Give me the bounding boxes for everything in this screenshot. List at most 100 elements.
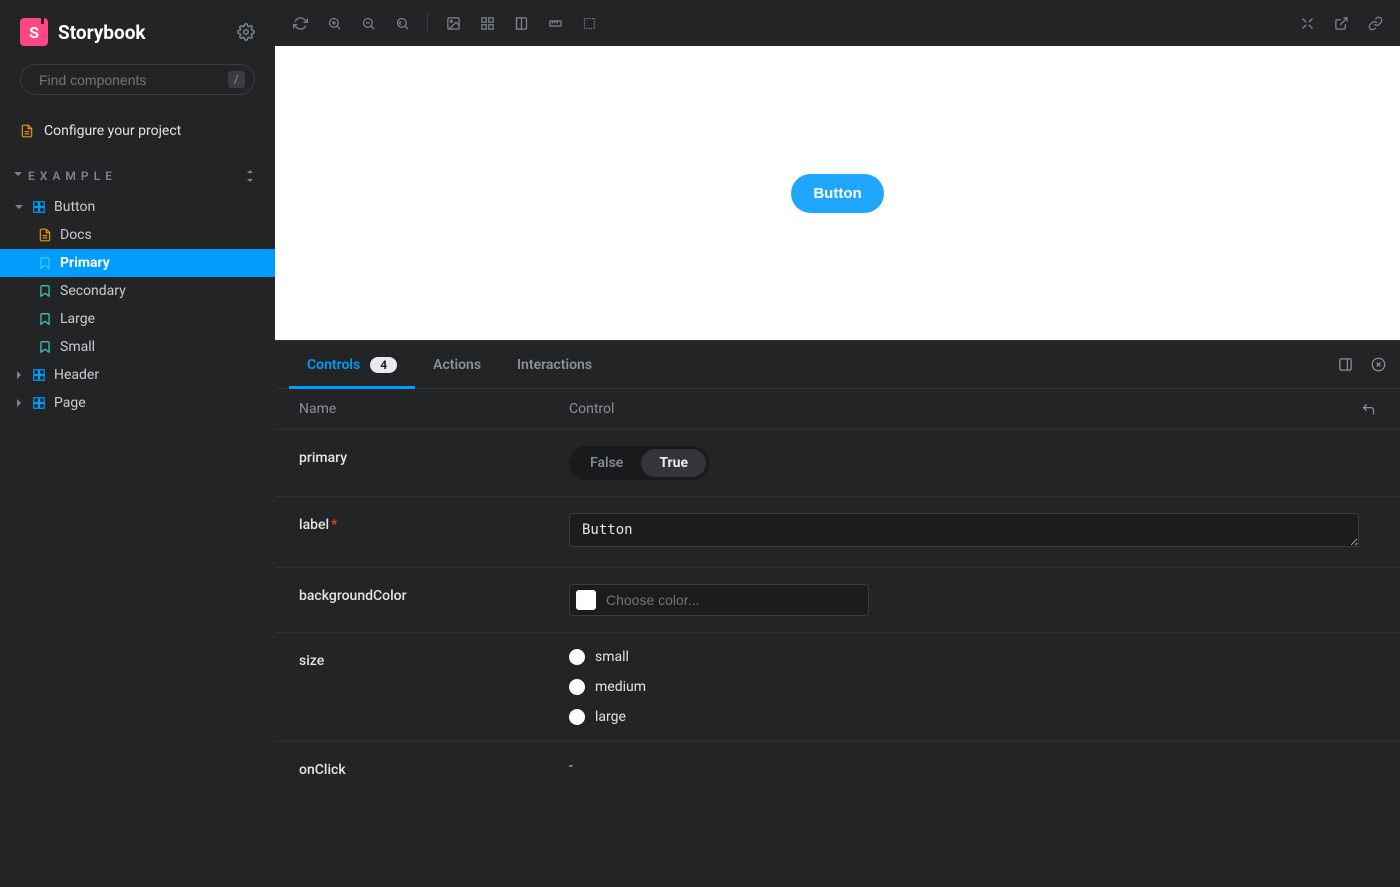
control-row-backgroundcolor: backgroundColor xyxy=(275,568,1400,633)
label-input[interactable] xyxy=(569,513,1359,547)
tree-item-docs[interactable]: Docs xyxy=(0,221,275,249)
brand[interactable]: S Storybook xyxy=(20,18,146,46)
group-example[interactable]: EXAMPLE xyxy=(0,147,275,193)
tab-interactions[interactable]: Interactions xyxy=(499,341,610,388)
panel-orientation-button[interactable] xyxy=(1338,357,1353,372)
viewport-button[interactable] xyxy=(506,8,536,38)
tab-label: Actions xyxy=(433,357,481,373)
copy-link-button[interactable] xyxy=(1360,8,1390,38)
sidebar: S Storybook / Configure your project EXA… xyxy=(0,0,275,887)
tree-item-primary[interactable]: Primary xyxy=(0,249,275,277)
control-name: primary xyxy=(299,446,569,466)
outline-icon xyxy=(582,16,597,31)
component-icon xyxy=(32,396,46,410)
tree-item-secondary[interactable]: Secondary xyxy=(0,277,275,305)
tree-label: Large xyxy=(60,311,95,327)
external-link-icon xyxy=(1334,16,1349,31)
panel-close-button[interactable] xyxy=(1371,357,1386,372)
bookmark-icon xyxy=(38,312,52,326)
addons-panel: Controls 4 Actions Interactions Name Con… xyxy=(275,340,1400,887)
zoom-out-button[interactable] xyxy=(353,8,383,38)
radio-label: medium xyxy=(595,679,646,695)
component-icon xyxy=(32,200,46,214)
color-picker[interactable] xyxy=(569,584,869,616)
background-button[interactable] xyxy=(438,8,468,38)
configure-link[interactable]: Configure your project xyxy=(0,115,275,147)
tree-label: Button xyxy=(54,199,95,215)
radio-option-small[interactable]: small xyxy=(569,649,1376,665)
bookmark-icon xyxy=(38,284,52,298)
zoom-out-icon xyxy=(361,16,376,31)
bookmark-icon xyxy=(38,256,52,270)
preview-canvas: Button xyxy=(275,46,1400,340)
settings-button[interactable] xyxy=(237,23,255,41)
fullscreen-icon xyxy=(1300,16,1315,31)
color-input[interactable] xyxy=(606,592,858,608)
zoom-reset-button[interactable] xyxy=(387,8,417,38)
tab-actions[interactable]: Actions xyxy=(415,341,499,388)
boolean-true[interactable]: True xyxy=(641,449,706,477)
radio-option-medium[interactable]: medium xyxy=(569,679,1376,695)
tree-label: Secondary xyxy=(60,283,126,299)
link-icon xyxy=(1368,16,1383,31)
document-icon xyxy=(20,124,34,138)
chevron-right-icon xyxy=(15,371,23,379)
control-row-onclick: onClick - xyxy=(275,742,1400,794)
control-name: size xyxy=(299,649,569,669)
tree-item-header[interactable]: Header xyxy=(0,361,275,389)
remount-button[interactable] xyxy=(285,8,315,38)
zoom-in-icon xyxy=(327,16,342,31)
story-button[interactable]: Button xyxy=(791,174,883,213)
tree-label: Docs xyxy=(60,227,92,243)
color-swatch[interactable] xyxy=(576,590,596,610)
column-name: Name xyxy=(299,401,569,417)
search-input[interactable] xyxy=(39,72,220,88)
zoom-in-button[interactable] xyxy=(319,8,349,38)
tree-label: Small xyxy=(60,339,95,355)
grid-button[interactable] xyxy=(472,8,502,38)
control-name: label* xyxy=(299,513,569,533)
undo-icon xyxy=(1361,402,1376,417)
component-icon xyxy=(32,368,46,382)
sidebar-icon xyxy=(1338,357,1353,372)
measure-button[interactable] xyxy=(540,8,570,38)
fullscreen-button[interactable] xyxy=(1292,8,1322,38)
tree-item-page[interactable]: Page xyxy=(0,389,275,417)
control-row-size: size small medium large xyxy=(275,633,1400,742)
radio-option-large[interactable]: large xyxy=(569,709,1376,725)
chevron-right-icon xyxy=(15,399,23,407)
tab-controls[interactable]: Controls 4 xyxy=(289,341,415,388)
control-value: - xyxy=(569,758,1376,774)
close-icon xyxy=(1371,357,1386,372)
viewport-icon xyxy=(514,16,529,31)
group-label: EXAMPLE xyxy=(28,169,117,183)
control-row-primary: primary False True xyxy=(275,430,1400,497)
boolean-false[interactable]: False xyxy=(572,449,641,477)
image-icon xyxy=(446,16,461,31)
reset-controls-button[interactable] xyxy=(1361,402,1376,417)
tree-item-small[interactable]: Small xyxy=(0,333,275,361)
brand-logo-icon: S xyxy=(20,18,48,46)
outline-button[interactable] xyxy=(574,8,604,38)
chevron-down-icon xyxy=(15,203,23,211)
open-new-tab-button[interactable] xyxy=(1326,8,1356,38)
radio-icon xyxy=(569,649,585,665)
search-box[interactable]: / xyxy=(20,64,255,95)
control-name: backgroundColor xyxy=(299,584,569,604)
boolean-toggle[interactable]: False True xyxy=(569,446,709,480)
tree-item-button[interactable]: Button xyxy=(0,193,275,221)
configure-label: Configure your project xyxy=(44,123,181,139)
tree-label: Page xyxy=(54,395,86,411)
gear-icon xyxy=(237,23,255,41)
chevron-down-icon xyxy=(12,172,24,180)
radio-label: large xyxy=(595,709,626,725)
radio-icon xyxy=(569,709,585,725)
control-row-label: label* xyxy=(275,497,1400,568)
controls-header: Name Control xyxy=(275,389,1400,430)
toolbar xyxy=(275,0,1400,46)
ruler-icon xyxy=(548,16,563,31)
expand-collapse-icon xyxy=(245,170,255,182)
document-icon xyxy=(38,228,52,242)
tree-item-large[interactable]: Large xyxy=(0,305,275,333)
main-area: Button Controls 4 Actions Interactions N… xyxy=(275,0,1400,887)
